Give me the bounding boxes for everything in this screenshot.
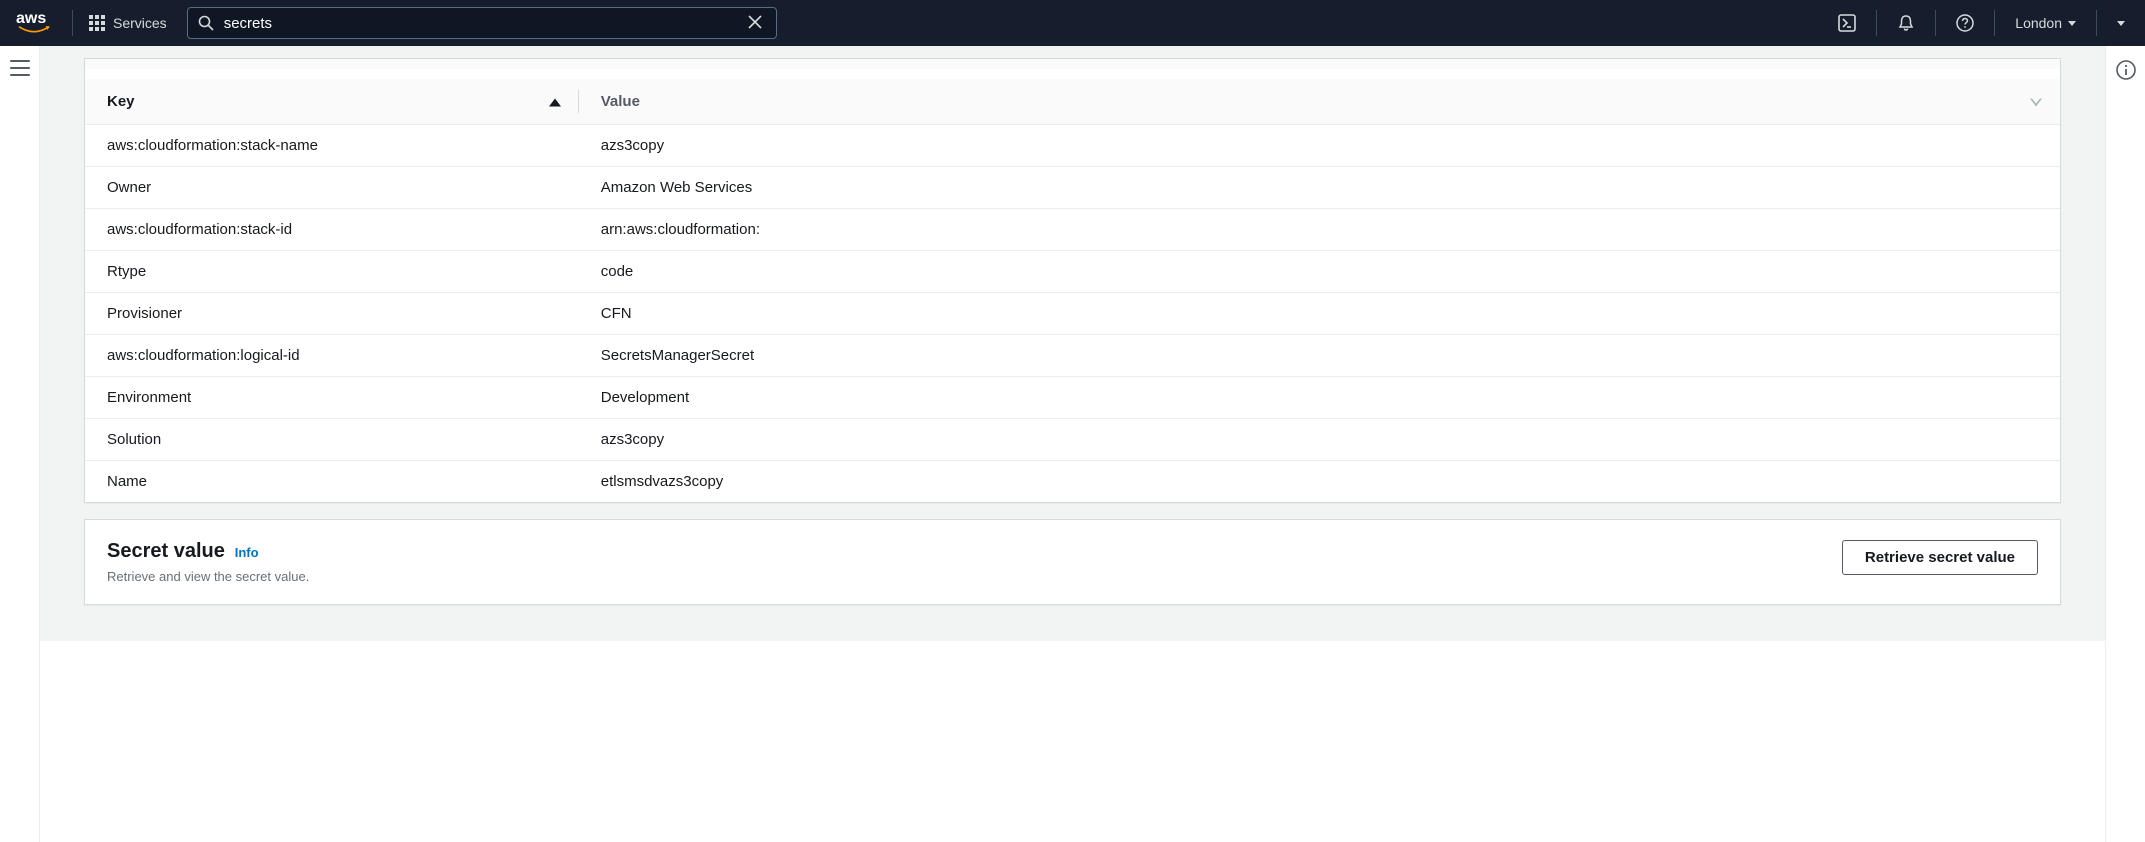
account-menu-button[interactable] xyxy=(2103,17,2129,30)
clear-search-button[interactable] xyxy=(744,11,766,36)
tag-value-cell: azs3copy xyxy=(579,125,2060,167)
sort-none-icon xyxy=(2030,93,2042,110)
table-row: EnvironmentDevelopment xyxy=(85,377,2060,419)
help-icon xyxy=(1956,14,1974,32)
close-icon xyxy=(748,15,762,29)
secret-value-panel: Secret value Info Retrieve and view the … xyxy=(84,519,2061,605)
tags-panel: Key Value aws:cloudformation:stack-namea… xyxy=(84,58,2061,503)
search-icon xyxy=(198,15,214,31)
tag-value-cell: azs3copy xyxy=(579,419,2060,461)
grid-icon xyxy=(89,15,105,31)
tag-key-cell: Owner xyxy=(85,167,579,209)
sort-ascending-icon xyxy=(549,93,561,110)
search-box[interactable] xyxy=(187,7,777,39)
secret-value-header: Secret value Info Retrieve and view the … xyxy=(107,540,309,584)
bell-icon xyxy=(1897,14,1915,32)
table-row: ProvisionerCFN xyxy=(85,293,2060,335)
right-rail xyxy=(2105,46,2145,842)
table-row: Rtypecode xyxy=(85,251,2060,293)
open-nav-button[interactable] xyxy=(10,60,30,76)
tag-value-cell: code xyxy=(579,251,2060,293)
divider xyxy=(72,10,73,36)
top-nav: aws Services xyxy=(0,0,2145,46)
tag-key-cell: Provisioner xyxy=(85,293,579,335)
info-link[interactable]: Info xyxy=(235,545,259,560)
aws-smile-icon xyxy=(16,25,52,35)
tag-key-cell: aws:cloudformation:stack-name xyxy=(85,125,579,167)
filter-remnant xyxy=(107,59,2038,69)
table-row: aws:cloudformation:logical-idSecretsMana… xyxy=(85,335,2060,377)
column-header-value[interactable]: Value xyxy=(579,79,2060,125)
tags-table: Key Value aws:cloudformation:stack-namea… xyxy=(85,79,2060,502)
tag-key-cell: Environment xyxy=(85,377,579,419)
main-content: Key Value aws:cloudformation:stack-namea… xyxy=(40,46,2105,641)
tag-key-cell: aws:cloudformation:stack-id xyxy=(85,209,579,251)
tag-value-cell: SecretsManagerSecret xyxy=(579,335,2060,377)
retrieve-secret-value-button[interactable]: Retrieve secret value xyxy=(1842,540,2038,575)
table-row: Nameetlsmsdvazs3copy xyxy=(85,461,2060,503)
region-selector[interactable]: London xyxy=(2001,11,2090,35)
tag-value-cell: CFN xyxy=(579,293,2060,335)
cloudshell-icon xyxy=(1838,14,1856,32)
column-header-key-label: Key xyxy=(107,93,135,110)
services-menu-button[interactable]: Services xyxy=(79,11,177,35)
nav-icons: London xyxy=(1824,10,2129,36)
divider xyxy=(1876,10,1877,36)
table-row: OwnerAmazon Web Services xyxy=(85,167,2060,209)
tag-key-cell: aws:cloudformation:logical-id xyxy=(85,335,579,377)
tag-value-cell: etlsmsdvazs3copy xyxy=(579,461,2060,503)
tag-value-cell: Amazon Web Services xyxy=(579,167,2060,209)
info-icon xyxy=(2116,60,2136,80)
cloudshell-button[interactable] xyxy=(1824,10,1870,36)
table-header-row: Key Value xyxy=(85,79,2060,125)
tag-key-cell: Name xyxy=(85,461,579,503)
table-row: Solutionazs3copy xyxy=(85,419,2060,461)
left-rail xyxy=(0,46,40,842)
services-label: Services xyxy=(113,15,167,31)
divider xyxy=(1935,10,1936,36)
column-header-value-label: Value xyxy=(601,93,640,110)
column-header-key[interactable]: Key xyxy=(85,79,579,125)
tag-value-cell: Development xyxy=(579,377,2060,419)
aws-logo[interactable]: aws xyxy=(16,11,66,35)
table-row: aws:cloudformation:stack-nameazs3copy xyxy=(85,125,2060,167)
notifications-button[interactable] xyxy=(1883,10,1929,36)
divider xyxy=(2096,10,2097,36)
menu-icon xyxy=(10,60,30,62)
table-row: aws:cloudformation:stack-idarn:aws:cloud… xyxy=(85,209,2060,251)
chevron-down-icon xyxy=(2068,21,2076,26)
tag-value-cell: arn:aws:cloudformation: xyxy=(579,209,2060,251)
chevron-down-icon xyxy=(2117,21,2125,26)
tag-key-cell: Rtype xyxy=(85,251,579,293)
tag-key-cell: Solution xyxy=(85,419,579,461)
secret-value-subtitle: Retrieve and view the secret value. xyxy=(107,569,309,584)
help-button[interactable] xyxy=(1942,10,1988,36)
region-label: London xyxy=(2015,15,2062,31)
search-input[interactable] xyxy=(224,15,744,32)
open-help-panel-button[interactable] xyxy=(2116,60,2136,80)
secret-value-title: Secret value xyxy=(107,540,225,562)
divider xyxy=(1994,10,1995,36)
